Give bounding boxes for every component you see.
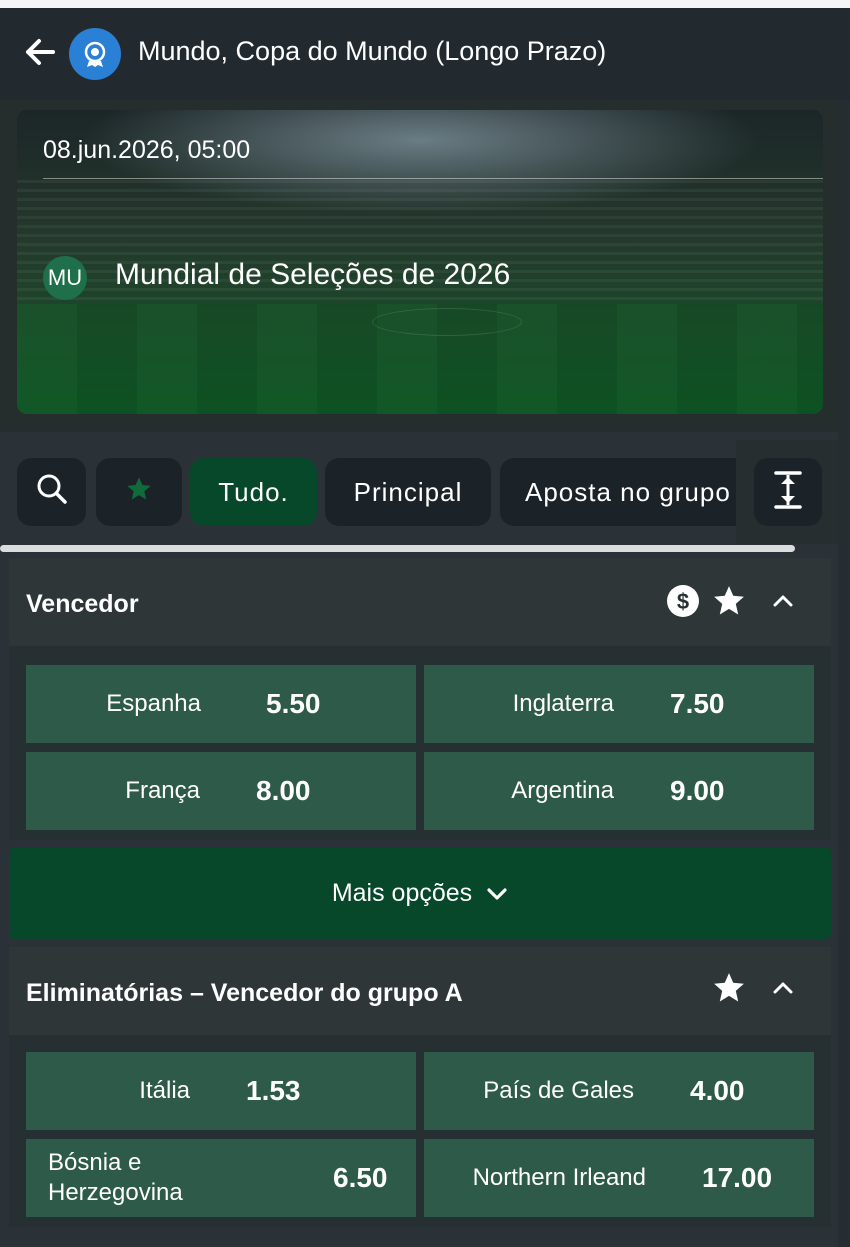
market-filter-bar: Tudo. Principal Aposta no grupo	[0, 432, 850, 554]
selection-odds: 9.00	[670, 775, 725, 806]
search-button[interactable]	[17, 458, 86, 526]
odds-button[interactable]: Northern Irleand 17.00	[424, 1139, 814, 1217]
odds-button[interactable]: França 8.00	[26, 752, 416, 830]
market-header[interactable]: Vencedor $	[9, 558, 831, 646]
horizontal-scrollbar[interactable]	[0, 545, 795, 552]
page-scrollbar[interactable]	[838, 100, 850, 1247]
selection-name: Northern Irleand	[472, 1164, 646, 1191]
chevron-up-icon[interactable]	[766, 584, 800, 618]
odds-button[interactable]: Argentina 9.00	[424, 752, 814, 830]
divider	[43, 178, 823, 179]
selection-name: Espanha	[106, 690, 201, 717]
search-icon	[36, 473, 68, 512]
competition-logo-icon	[69, 28, 121, 80]
chevron-up-icon[interactable]	[766, 971, 800, 1005]
selection-name: Inglaterra	[512, 690, 614, 717]
odds-button[interactable]: Inglaterra 7.50	[424, 665, 814, 743]
market-title: Eliminatórias – Vencedor do grupo A	[26, 979, 463, 1007]
more-options-label: Mais opções	[331, 878, 473, 907]
odds-button[interactable]: País de Gales 4.00	[424, 1052, 814, 1130]
market-winner: Vencedor $ Espanha 5.50 Inglaterra 7.50 …	[9, 558, 831, 840]
odds-button[interactable]: Itália 1.53	[26, 1052, 416, 1130]
more-options-button[interactable]: Mais opções	[9, 847, 831, 939]
selection-odds: 8.00	[256, 775, 311, 806]
selection-odds: 6.50	[333, 1162, 388, 1193]
cashout-icon[interactable]: $	[666, 584, 700, 618]
selection-odds: 5.50	[266, 688, 321, 719]
page-title: Mundo, Copa do Mundo (Longo Prazo)	[138, 36, 607, 66]
market-title: Vencedor	[26, 590, 139, 618]
favorites-filter-button[interactable]	[96, 458, 182, 526]
star-icon[interactable]	[712, 971, 746, 1005]
tab-main[interactable]: Principal	[325, 458, 491, 526]
selection-name: Itália	[139, 1077, 190, 1104]
market-header[interactable]: Eliminatórias – Vencedor do grupo A	[9, 947, 831, 1035]
market-group-a-winner: Eliminatórias – Vencedor do grupo A Itál…	[9, 947, 831, 1227]
selection-odds: 1.53	[246, 1075, 301, 1106]
selection-odds: 4.00	[690, 1075, 745, 1106]
back-arrow-icon[interactable]	[22, 34, 58, 70]
expand-collapse-button[interactable]	[754, 458, 822, 526]
selection-name: França	[125, 777, 200, 804]
event-title: Mundial de Seleções de 2026	[115, 258, 511, 291]
event-date: 08.jun.2026, 05:00	[43, 136, 251, 164]
selection-name: Argentina	[511, 777, 614, 804]
competition-badge: MU	[43, 256, 87, 300]
selection-name: País de Gales	[483, 1077, 634, 1104]
tab-group-bets[interactable]: Aposta no grupo	[500, 458, 750, 526]
tab-all[interactable]: Tudo.	[190, 458, 317, 526]
star-icon	[125, 475, 153, 510]
selection-odds: 17.00	[702, 1162, 773, 1193]
expand-collapse-icon	[773, 470, 803, 515]
odds-button[interactable]: Espanha 5.50	[26, 665, 416, 743]
top-bar: Mundo, Copa do Mundo (Longo Prazo)	[0, 0, 850, 100]
svg-text:$: $	[677, 589, 689, 614]
odds-button[interactable]: Bósnia e Herzegovina 6.50	[26, 1139, 416, 1217]
hero-section: 08.jun.2026, 05:00 MU Mundial de Seleçõe…	[0, 100, 850, 432]
star-icon[interactable]	[712, 584, 746, 618]
stadium-banner: 08.jun.2026, 05:00 MU Mundial de Seleçõe…	[17, 110, 823, 414]
chevron-down-icon	[486, 879, 508, 908]
selection-name: Bósnia e Herzegovina	[48, 1149, 183, 1206]
selection-odds: 7.50	[670, 688, 725, 719]
